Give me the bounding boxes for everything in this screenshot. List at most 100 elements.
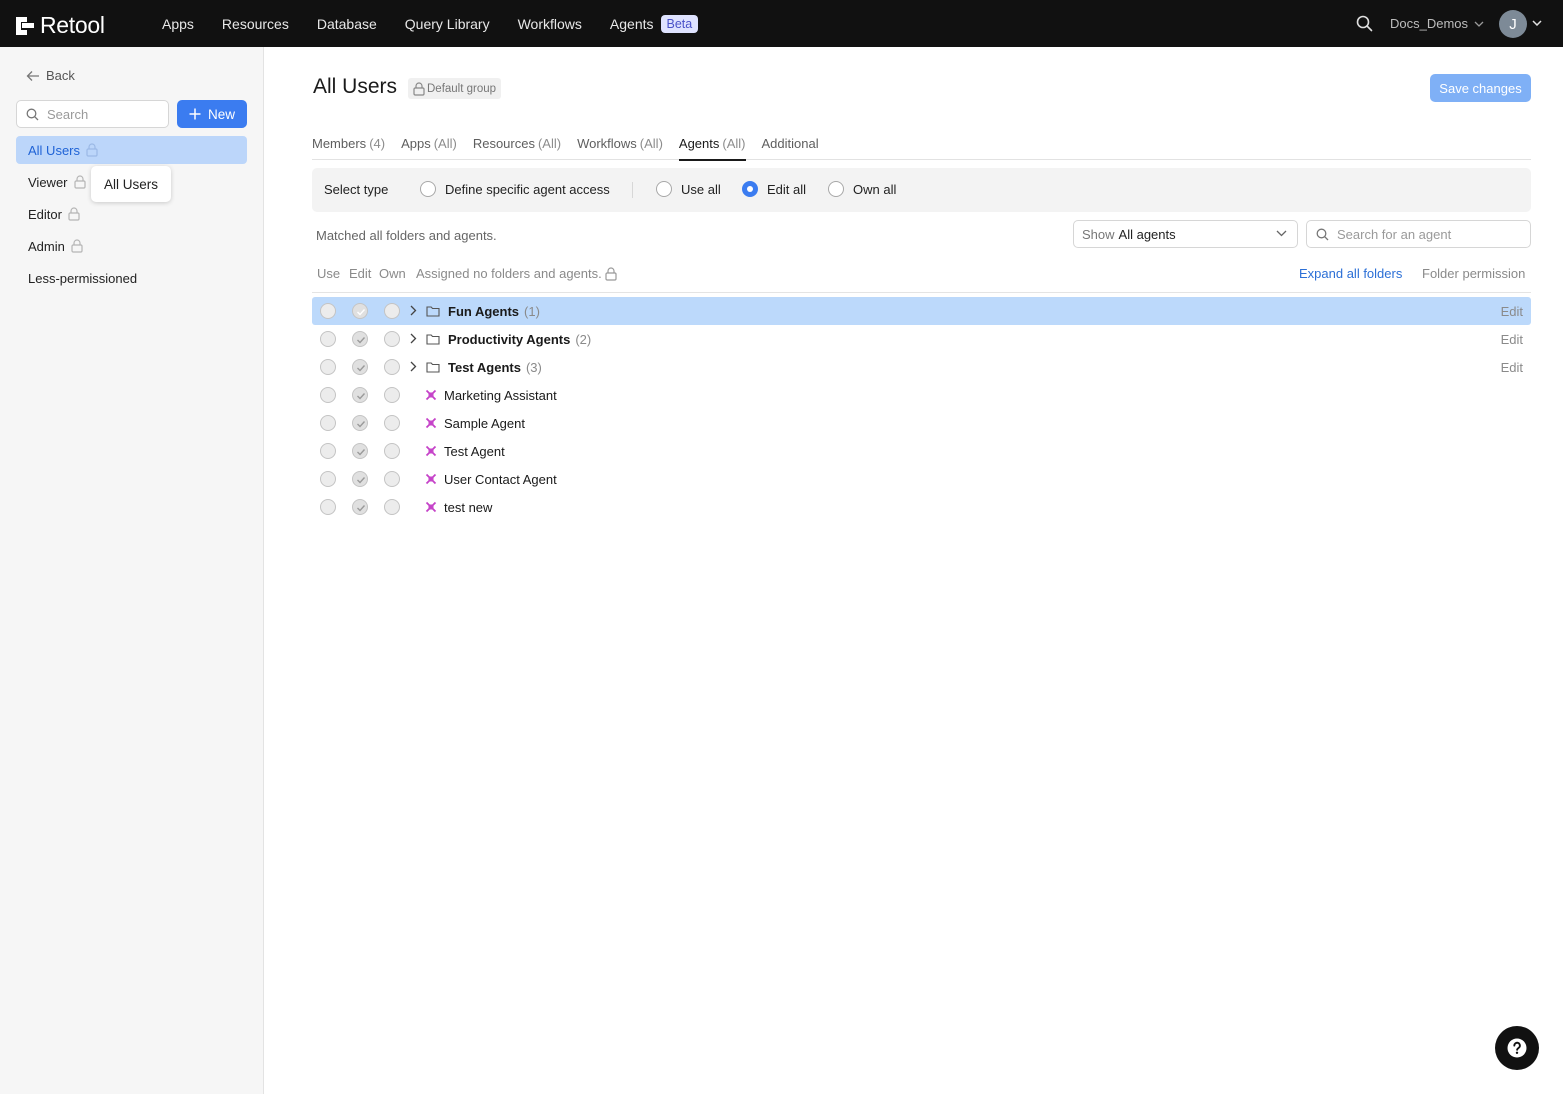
tab-label: Members bbox=[312, 136, 367, 151]
use-checkbox[interactable] bbox=[320, 443, 336, 459]
tab-resources[interactable]: Resources (All) bbox=[473, 128, 561, 160]
nav-resources[interactable]: Resources bbox=[222, 16, 289, 32]
tab-agents[interactable]: Agents (All) bbox=[678, 128, 746, 161]
sidebar-item-editor[interactable]: Editor bbox=[16, 200, 247, 228]
radio-own-all[interactable]: Own all bbox=[828, 181, 896, 197]
nav-agents-label: Agents bbox=[609, 15, 654, 32]
retool-logo[interactable]: Retool bbox=[16, 12, 105, 39]
edit-checkbox[interactable] bbox=[352, 359, 368, 375]
chevron-right-icon[interactable] bbox=[410, 305, 417, 316]
group-label: All Users bbox=[28, 142, 81, 158]
check-icon bbox=[357, 449, 366, 456]
edit-checkbox[interactable] bbox=[352, 303, 368, 319]
folder-edit-link[interactable]: Edit bbox=[1501, 332, 1523, 347]
use-checkbox[interactable] bbox=[320, 331, 336, 347]
edit-checkbox[interactable] bbox=[352, 415, 368, 431]
tab-additional[interactable]: Additional bbox=[762, 128, 819, 160]
permission-tabs: Members (4) Apps (All) Resources (All) Work… bbox=[312, 128, 1531, 161]
check-icon bbox=[357, 365, 366, 372]
edit-checkbox[interactable] bbox=[352, 499, 368, 515]
use-checkbox[interactable] bbox=[320, 359, 336, 375]
agent-name: User Contact Agent bbox=[444, 472, 557, 487]
edit-checkbox[interactable] bbox=[352, 387, 368, 403]
tab-workflows[interactable]: Workflows (All) bbox=[577, 128, 663, 160]
folder-edit-link[interactable]: Edit bbox=[1501, 360, 1523, 375]
tooltip: All Users bbox=[91, 166, 171, 202]
agent-row[interactable]: Sample Agent bbox=[312, 409, 1531, 437]
show-agents-select[interactable]: Show All agents bbox=[1073, 220, 1298, 248]
sidebar-item-less-permissioned[interactable]: Less-permissioned bbox=[16, 264, 247, 292]
edit-checkbox[interactable] bbox=[352, 443, 368, 459]
own-checkbox[interactable] bbox=[384, 359, 400, 375]
org-switcher[interactable]: Docs_Demos bbox=[1390, 16, 1484, 31]
nav-query-library[interactable]: Query Library bbox=[405, 16, 490, 32]
folder-icon bbox=[426, 306, 440, 317]
check-icon bbox=[357, 393, 366, 400]
folder-row-fun-agents[interactable]: Fun Agents (1) Edit bbox=[312, 297, 1531, 325]
radio-label: Use all bbox=[681, 181, 721, 197]
lock-icon bbox=[605, 266, 617, 281]
tab-count: (All) bbox=[722, 136, 746, 151]
use-checkbox[interactable] bbox=[320, 471, 336, 487]
save-changes-button[interactable]: Save changes bbox=[1430, 74, 1531, 102]
edit-checkbox[interactable] bbox=[352, 471, 368, 487]
folder-row-test-agents[interactable]: Test Agents (3) Edit bbox=[312, 353, 1531, 381]
own-checkbox[interactable] bbox=[384, 471, 400, 487]
radio-use-all[interactable]: Use all bbox=[656, 181, 721, 197]
own-checkbox[interactable] bbox=[384, 499, 400, 515]
agent-row[interactable]: test new bbox=[312, 493, 1531, 521]
folder-row-productivity-agents[interactable]: Productivity Agents (2) Edit bbox=[312, 325, 1531, 353]
chevron-down-icon[interactable] bbox=[1532, 20, 1542, 26]
chevron-right-icon[interactable] bbox=[410, 361, 417, 372]
agent-row[interactable]: Marketing Assistant bbox=[312, 381, 1531, 409]
back-label: Back bbox=[46, 68, 75, 83]
own-checkbox[interactable] bbox=[384, 331, 400, 347]
radio-button bbox=[420, 181, 436, 197]
use-checkbox[interactable] bbox=[320, 499, 336, 515]
tab-label: Apps bbox=[401, 136, 431, 151]
own-checkbox[interactable] bbox=[384, 415, 400, 431]
sidebar-item-admin[interactable]: Admin bbox=[16, 232, 247, 260]
new-group-button[interactable]: New bbox=[177, 100, 247, 128]
nav-workflows[interactable]: Workflows bbox=[518, 16, 582, 32]
own-checkbox[interactable] bbox=[384, 443, 400, 459]
radio-define-specific[interactable]: Define specific agent access bbox=[420, 181, 610, 197]
folder-count: (3) bbox=[525, 360, 542, 375]
tab-apps[interactable]: Apps (All) bbox=[401, 128, 457, 160]
agent-row[interactable]: Test Agent bbox=[312, 437, 1531, 465]
agent-search-input[interactable]: Search for an agent bbox=[1306, 220, 1531, 248]
chevron-right-icon[interactable] bbox=[410, 333, 417, 344]
nav-apps[interactable]: Apps bbox=[162, 16, 194, 32]
own-checkbox[interactable] bbox=[384, 387, 400, 403]
edit-checkbox[interactable] bbox=[352, 331, 368, 347]
avatar[interactable]: J bbox=[1499, 10, 1527, 38]
retool-logo-icon bbox=[16, 16, 34, 36]
sidebar-item-all-users[interactable]: All Users bbox=[16, 136, 247, 164]
chevron-down-icon bbox=[1276, 230, 1287, 237]
use-checkbox[interactable] bbox=[320, 387, 336, 403]
help-button[interactable] bbox=[1495, 1026, 1539, 1070]
radio-edit-all[interactable]: Edit all bbox=[742, 181, 806, 197]
nav-agents[interactable]: Agents Beta bbox=[609, 14, 699, 33]
group-search-input[interactable]: Search bbox=[16, 100, 169, 128]
lock-icon bbox=[71, 239, 83, 253]
folder-permission-label: Folder permission bbox=[1422, 266, 1526, 281]
tab-label: Resources bbox=[472, 136, 535, 151]
folder-label: Fun Agents bbox=[448, 304, 520, 319]
page-title: All Users bbox=[313, 75, 398, 98]
folder-edit-link[interactable]: Edit bbox=[1501, 304, 1523, 319]
own-checkbox[interactable] bbox=[384, 303, 400, 319]
divider bbox=[632, 182, 633, 198]
use-checkbox[interactable] bbox=[320, 415, 336, 431]
use-checkbox[interactable] bbox=[320, 303, 336, 319]
search-icon bbox=[26, 108, 39, 120]
divider bbox=[312, 292, 1531, 293]
expand-all-folders-link[interactable]: Expand all folders bbox=[1299, 266, 1402, 281]
nav-database[interactable]: Database bbox=[317, 16, 377, 32]
tab-members[interactable]: Members (4) bbox=[312, 128, 385, 160]
agent-row[interactable]: User Contact Agent bbox=[312, 465, 1531, 493]
back-link[interactable]: Back bbox=[26, 68, 75, 83]
select-value: All agents bbox=[1118, 226, 1176, 242]
search-icon[interactable] bbox=[1356, 15, 1373, 32]
tab-count: (All) bbox=[433, 136, 457, 151]
